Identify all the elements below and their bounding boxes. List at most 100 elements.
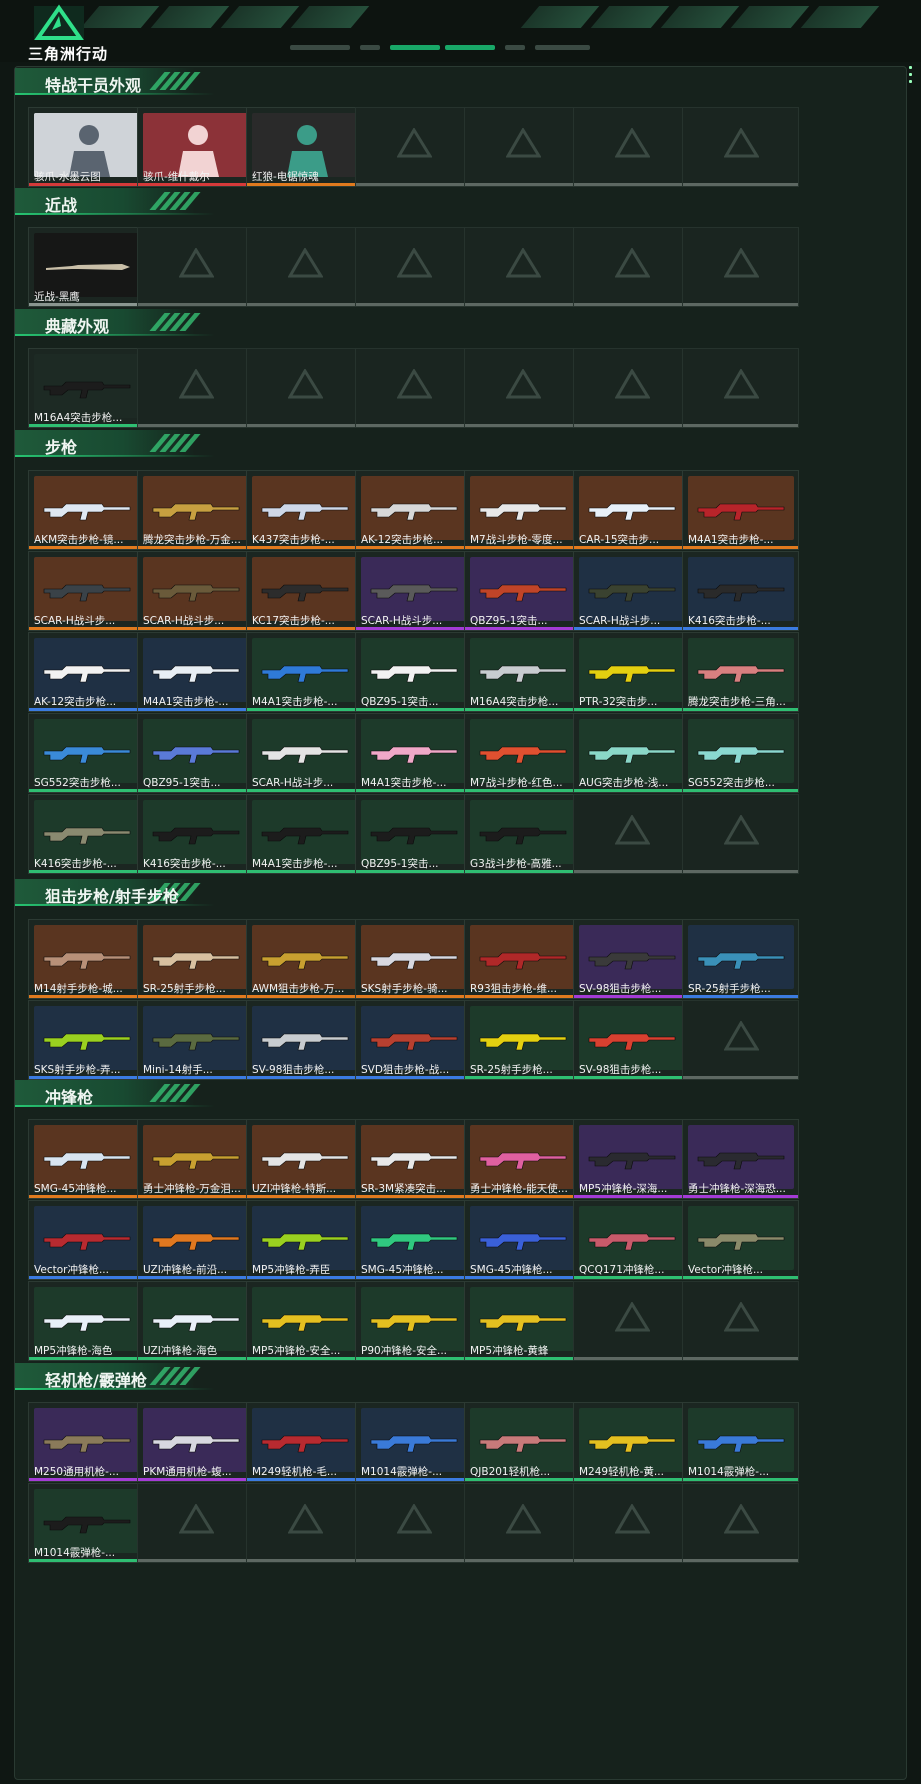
skin-card[interactable]: SMG-45冲锋枪... <box>28 1119 145 1199</box>
empty-slot[interactable] <box>682 348 799 428</box>
skin-card[interactable]: 勇士冲锋枪-能天使... <box>464 1119 581 1199</box>
skin-card[interactable]: M249轻机枪-黄... <box>573 1402 690 1482</box>
skin-card[interactable]: UZI冲锋枪-前沿... <box>137 1200 254 1280</box>
skin-card[interactable]: M4A1突击步枪-... <box>246 794 363 874</box>
skin-card[interactable]: M14射手步枪-城... <box>28 919 145 999</box>
empty-slot[interactable] <box>682 1281 799 1361</box>
skin-card[interactable]: QBZ95-1突击... <box>355 794 472 874</box>
empty-slot[interactable] <box>682 1000 799 1080</box>
skin-card[interactable]: 腾龙突击步枪-万金... <box>137 470 254 550</box>
more-options-icon[interactable] <box>907 62 913 108</box>
skin-card[interactable]: SV-98狙击步枪... <box>573 1000 690 1080</box>
page-indicator-active-segment[interactable] <box>390 45 440 50</box>
skin-card[interactable]: PKM通用机枪-蝮... <box>137 1402 254 1482</box>
skin-card[interactable]: AKM突击步枪-镜... <box>28 470 145 550</box>
empty-slot[interactable] <box>246 348 363 428</box>
skin-card[interactable]: QBZ95-1突击... <box>137 713 254 793</box>
skin-card[interactable]: M7战斗步枪-零度... <box>464 470 581 550</box>
skin-card[interactable]: 勇士冲锋枪-万金泪... <box>137 1119 254 1199</box>
empty-slot[interactable] <box>137 348 254 428</box>
skin-card[interactable]: SMG-45冲锋枪... <box>464 1200 581 1280</box>
skin-card[interactable]: MP5冲锋枪-黄蜂 <box>464 1281 581 1361</box>
skin-card[interactable]: PTR-32突击步... <box>573 632 690 712</box>
skin-card[interactable]: UZI冲锋枪-特斯... <box>246 1119 363 1199</box>
skin-card[interactable]: AK-12突击步枪... <box>28 632 145 712</box>
skin-card[interactable]: Mini-14射手... <box>137 1000 254 1080</box>
skin-card[interactable]: M7战斗步枪-红色... <box>464 713 581 793</box>
skin-card[interactable]: M4A1突击步枪-... <box>355 713 472 793</box>
skin-card[interactable]: SCAR-H战斗步... <box>28 551 145 631</box>
empty-slot[interactable] <box>137 1483 254 1563</box>
skin-card[interactable]: SVD狙击步枪-战... <box>355 1000 472 1080</box>
skin-card[interactable]: QCQ171冲锋枪... <box>573 1200 690 1280</box>
skin-card[interactable]: SKS射手步枪-弄... <box>28 1000 145 1080</box>
skin-card[interactable]: SR-3M紧凑突击... <box>355 1119 472 1199</box>
skin-card[interactable]: SCAR-H战斗步... <box>573 551 690 631</box>
skin-card[interactable]: 勇士冲锋枪-深海恐... <box>682 1119 799 1199</box>
skin-card[interactable]: UZI冲锋枪-海色 <box>137 1281 254 1361</box>
skin-card[interactable]: M16A4突击步枪... <box>28 348 145 428</box>
page-indicator-segment[interactable] <box>505 45 525 50</box>
skin-card[interactable]: MP5冲锋枪-海色 <box>28 1281 145 1361</box>
skin-card[interactable]: Vector冲锋枪... <box>28 1200 145 1280</box>
skin-card[interactable]: SV-98狙击步枪... <box>573 919 690 999</box>
skin-card[interactable]: K416突击步枪-... <box>682 551 799 631</box>
empty-slot[interactable] <box>682 794 799 874</box>
skin-card[interactable]: AWM狙击步枪-万... <box>246 919 363 999</box>
skin-card[interactable]: 红狼-电锯惊魂 <box>246 107 363 187</box>
skin-card[interactable]: G3战斗步枪-高雅... <box>464 794 581 874</box>
empty-slot[interactable] <box>573 1281 690 1361</box>
skin-card[interactable]: AK-12突击步枪... <box>355 470 472 550</box>
skin-card[interactable]: M1014霰弹枪-... <box>355 1402 472 1482</box>
skin-card[interactable]: SR-25射手步枪... <box>682 919 799 999</box>
skin-card[interactable]: MP5冲锋枪-深海... <box>573 1119 690 1199</box>
skin-card[interactable]: QJB201轻机枪... <box>464 1402 581 1482</box>
empty-slot[interactable] <box>682 227 799 307</box>
page-indicator-segment[interactable] <box>360 45 380 50</box>
skin-card[interactable]: QBZ95-1突击... <box>355 632 472 712</box>
page-indicator-active-segment[interactable] <box>445 45 495 50</box>
empty-slot[interactable] <box>464 107 581 187</box>
page-indicator-segment[interactable] <box>535 45 590 50</box>
empty-slot[interactable] <box>682 1483 799 1563</box>
empty-slot[interactable] <box>355 107 472 187</box>
skin-card[interactable]: M4A1突击步枪-... <box>682 470 799 550</box>
skin-card[interactable]: KC17突击步枪-... <box>246 551 363 631</box>
empty-slot[interactable] <box>573 107 690 187</box>
skin-card[interactable]: Vector冲锋枪... <box>682 1200 799 1280</box>
skin-card[interactable]: SMG-45冲锋枪... <box>355 1200 472 1280</box>
skin-card[interactable]: MP5冲锋枪-安全... <box>246 1281 363 1361</box>
empty-slot[interactable] <box>246 227 363 307</box>
skin-card[interactable]: AUG突击步枪-浅... <box>573 713 690 793</box>
empty-slot[interactable] <box>246 1483 363 1563</box>
skin-card[interactable]: SCAR-H战斗步... <box>355 551 472 631</box>
skin-card[interactable]: M16A4突击步枪... <box>464 632 581 712</box>
skin-card[interactable]: 近战-黑鹰 <box>28 227 145 307</box>
skin-card[interactable]: SR-25射手步枪... <box>137 919 254 999</box>
skin-card[interactable]: 腾龙突击步枪-三角... <box>682 632 799 712</box>
empty-slot[interactable] <box>137 227 254 307</box>
empty-slot[interactable] <box>464 348 581 428</box>
page-indicator[interactable] <box>290 42 590 54</box>
empty-slot[interactable] <box>464 227 581 307</box>
skin-card[interactable]: M1014霰弹枪-... <box>682 1402 799 1482</box>
skin-card[interactable]: QBZ95-1突击... <box>464 551 581 631</box>
skin-card[interactable]: SCAR-H战斗步... <box>246 713 363 793</box>
skin-card[interactable]: 骇爪-水墨云图 <box>28 107 145 187</box>
skin-card[interactable]: R93狙击步枪-维... <box>464 919 581 999</box>
skin-card[interactable]: M250通用机枪-... <box>28 1402 145 1482</box>
skin-card[interactable]: K416突击步枪-... <box>137 794 254 874</box>
skin-card[interactable]: SV-98狙击步枪... <box>246 1000 363 1080</box>
skin-card[interactable]: SCAR-H战斗步... <box>137 551 254 631</box>
page-indicator-segment[interactable] <box>290 45 350 50</box>
empty-slot[interactable] <box>355 348 472 428</box>
skin-card[interactable]: M4A1突击步枪-... <box>246 632 363 712</box>
skin-card[interactable]: M249轻机枪-毛... <box>246 1402 363 1482</box>
skin-card[interactable]: CAR-15突击步... <box>573 470 690 550</box>
skin-card[interactable]: MP5冲锋枪-弄臣 <box>246 1200 363 1280</box>
empty-slot[interactable] <box>573 1483 690 1563</box>
skin-card[interactable]: K437突击步枪-... <box>246 470 363 550</box>
skin-card[interactable]: SR-25射手步枪... <box>464 1000 581 1080</box>
skin-card[interactable]: M4A1突击步枪-... <box>137 632 254 712</box>
empty-slot[interactable] <box>573 348 690 428</box>
